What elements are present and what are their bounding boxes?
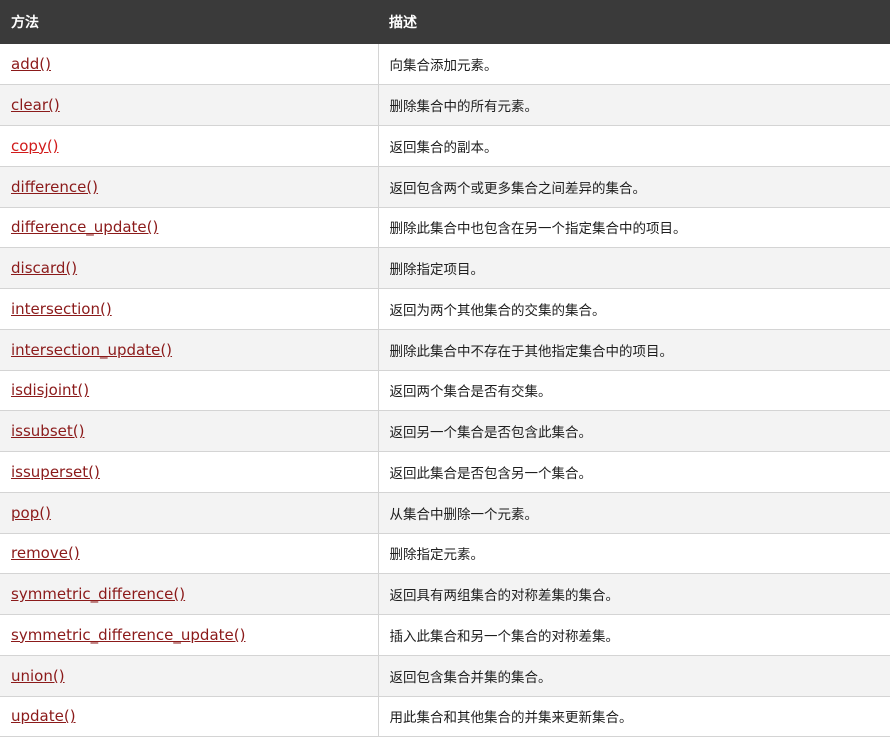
method-link[interactable]: difference() xyxy=(11,178,98,196)
description-cell: 向集合添加元素。 xyxy=(378,44,890,86)
table-row: difference() 返回包含两个或更多集合之间差异的集合。 xyxy=(0,166,890,208)
table-row: symmetric_difference() 返回具有两组集合的对称差集的集合。 xyxy=(0,573,890,615)
table-row: clear() 删除集合中的所有元素。 xyxy=(0,84,890,126)
method-link[interactable]: copy() xyxy=(11,137,59,155)
table-row: intersection_update() 删除此集合中不存在于其他指定集合中的项… xyxy=(0,329,890,371)
table-row: intersection() 返回为两个其他集合的交集的集合。 xyxy=(0,288,890,330)
set-methods-table: 方法 描述 add() 向集合添加元素。 clear() 删除集合中的所有元素。 c… xyxy=(0,0,890,737)
table-row: update() 用此集合和其他集合的并集来更新集合。 xyxy=(0,696,890,737)
description-cell: 用此集合和其他集合的并集来更新集合。 xyxy=(378,696,890,737)
table-row: discard() 删除指定项目。 xyxy=(0,247,890,289)
method-link[interactable]: issuperset() xyxy=(11,463,100,481)
method-cell: copy() xyxy=(0,125,379,167)
description-cell: 返回包含集合并集的集合。 xyxy=(378,655,890,697)
method-link[interactable]: symmetric_difference_update() xyxy=(11,626,245,644)
table-row: issubset() 返回另一个集合是否包含此集合。 xyxy=(0,410,890,452)
description-cell: 删除此集合中也包含在另一个指定集合中的项目。 xyxy=(378,207,890,249)
method-cell: update() xyxy=(0,696,379,737)
method-link[interactable]: update() xyxy=(11,707,76,725)
method-link[interactable]: intersection() xyxy=(11,300,112,318)
description-cell: 返回此集合是否包含另一个集合。 xyxy=(378,451,890,493)
method-link[interactable]: union() xyxy=(11,667,65,685)
method-link[interactable]: symmetric_difference() xyxy=(11,585,185,603)
header-description: 描述 xyxy=(378,0,890,44)
table-row: issuperset() 返回此集合是否包含另一个集合。 xyxy=(0,451,890,493)
table-row: remove() 删除指定元素。 xyxy=(0,533,890,575)
method-link[interactable]: add() xyxy=(11,55,51,73)
method-link[interactable]: discard() xyxy=(11,259,77,277)
table-row: union() 返回包含集合并集的集合。 xyxy=(0,655,890,697)
description-cell: 删除此集合中不存在于其他指定集合中的项目。 xyxy=(378,329,890,371)
table-body: add() 向集合添加元素。 clear() 删除集合中的所有元素。 copy() 返… xyxy=(0,44,890,737)
description-cell: 返回具有两组集合的对称差集的集合。 xyxy=(378,573,890,615)
method-cell: difference() xyxy=(0,166,379,208)
description-cell: 删除指定元素。 xyxy=(378,533,890,575)
method-cell: issubset() xyxy=(0,410,379,452)
description-cell: 返回另一个集合是否包含此集合。 xyxy=(378,410,890,452)
method-cell: intersection() xyxy=(0,288,379,330)
method-cell: union() xyxy=(0,655,379,697)
table-header: 方法 描述 xyxy=(0,0,890,44)
table-row: add() 向集合添加元素。 xyxy=(0,44,890,86)
method-link[interactable]: remove() xyxy=(11,544,80,562)
header-row: 方法 描述 xyxy=(0,0,890,44)
method-link[interactable]: isdisjoint() xyxy=(11,381,89,399)
table-row: isdisjoint() 返回两个集合是否有交集。 xyxy=(0,370,890,412)
method-cell: pop() xyxy=(0,492,379,534)
method-cell: isdisjoint() xyxy=(0,370,379,412)
method-cell: intersection_update() xyxy=(0,329,379,371)
method-cell: difference_update() xyxy=(0,207,379,249)
header-method: 方法 xyxy=(0,0,378,44)
method-cell: clear() xyxy=(0,84,379,126)
method-link[interactable]: difference_update() xyxy=(11,218,158,236)
description-cell: 返回集合的副本。 xyxy=(378,125,890,167)
method-cell: symmetric_difference() xyxy=(0,573,379,615)
method-cell: issuperset() xyxy=(0,451,379,493)
description-cell: 删除指定项目。 xyxy=(378,247,890,289)
table-row: symmetric_difference_update() 插入此集合和另一个集合… xyxy=(0,614,890,656)
method-link[interactable]: issubset() xyxy=(11,422,84,440)
method-cell: discard() xyxy=(0,247,379,289)
table-row: copy() 返回集合的副本。 xyxy=(0,125,890,167)
description-cell: 从集合中删除一个元素。 xyxy=(378,492,890,534)
description-cell: 插入此集合和另一个集合的对称差集。 xyxy=(378,614,890,656)
method-link[interactable]: pop() xyxy=(11,504,51,522)
description-cell: 返回包含两个或更多集合之间差异的集合。 xyxy=(378,166,890,208)
description-cell: 删除集合中的所有元素。 xyxy=(378,84,890,126)
method-link[interactable]: intersection_update() xyxy=(11,341,172,359)
method-link[interactable]: clear() xyxy=(11,96,60,114)
table-row: pop() 从集合中删除一个元素。 xyxy=(0,492,890,534)
method-cell: remove() xyxy=(0,533,379,575)
description-cell: 返回两个集合是否有交集。 xyxy=(378,370,890,412)
description-cell: 返回为两个其他集合的交集的集合。 xyxy=(378,288,890,330)
method-cell: symmetric_difference_update() xyxy=(0,614,379,656)
table-row: difference_update() 删除此集合中也包含在另一个指定集合中的项目… xyxy=(0,207,890,249)
method-cell: add() xyxy=(0,44,379,86)
